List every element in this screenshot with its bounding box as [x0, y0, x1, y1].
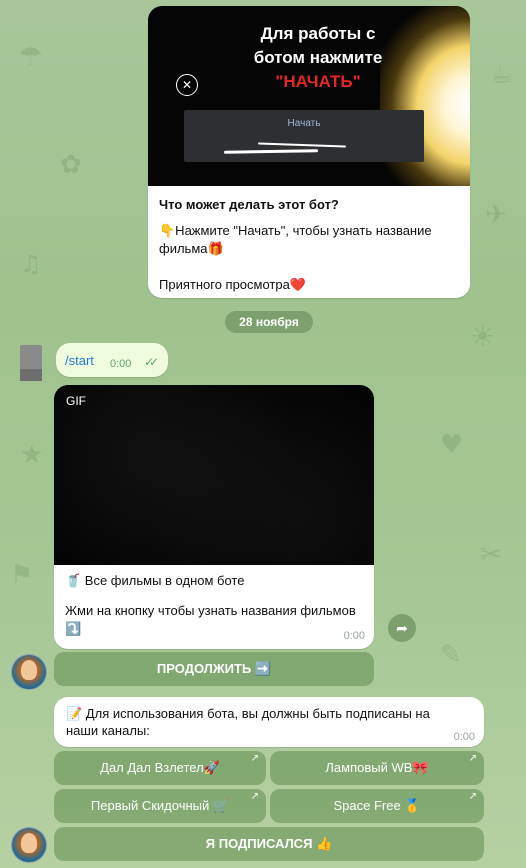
external-link-icon: ↗	[250, 791, 259, 802]
gif-badge: GIF	[66, 394, 86, 408]
intro-image-start-button: Начать	[184, 110, 424, 162]
intro-image[interactable]: Для работы с ботом нажмите "НАЧАТЬ" ✕ На…	[148, 6, 470, 186]
double-check-icon: ✓✓	[144, 355, 159, 369]
channel-button-label: Первый Скидочный 🛒	[90, 798, 230, 813]
gif-caption: 🥤 Все фильмы в одном боте Жми на кнопку …	[65, 572, 362, 638]
message-time: 0:00	[110, 358, 132, 370]
subscribe-text: 📝 Для использования бота, вы должны быть…	[66, 706, 430, 738]
bot-gif-message: GIF 🥤 Все фильмы в одном боте Жми на кно…	[54, 385, 374, 649]
subscribed-button[interactable]: Я ПОДПИСАЛСЯ 👍	[54, 827, 484, 861]
channel-button-4[interactable]: Space Free 🥇 ↗	[270, 789, 484, 823]
intro-footer: Приятного просмотра❤️	[159, 277, 307, 292]
message-time: 0:00	[453, 731, 475, 743]
external-link-icon: ↗	[250, 753, 259, 764]
bot-subscribe-message: 📝 Для использования бота, вы должны быть…	[54, 697, 484, 747]
gif-caption-line2: Жми на кнопку чтобы узнать названия филь…	[65, 603, 356, 636]
channel-button-label: Space Free 🥇	[333, 798, 421, 813]
message-time: 0:00	[343, 630, 365, 642]
bot-avatar[interactable]	[11, 654, 47, 690]
forward-icon[interactable]: ➦	[388, 614, 416, 642]
gif-player[interactable]: GIF	[54, 385, 374, 565]
intro-text: Что может делать этот бот? 👇Нажмите "Нач…	[159, 196, 458, 294]
channel-button-label: Дал Дал Взлетел🚀	[100, 760, 220, 775]
cursor-icon: ✕	[176, 74, 198, 96]
intro-body: 👇Нажмите "Начать", чтобы узнать название…	[159, 223, 432, 256]
outgoing-start-message: /start 0:00 ✓✓	[56, 343, 168, 377]
bot-avatar[interactable]	[11, 827, 47, 863]
start-command-link[interactable]: /start	[65, 353, 94, 368]
external-link-icon: ↗	[468, 753, 477, 764]
bot-intro-message: Для работы с ботом нажмите "НАЧАТЬ" ✕ На…	[148, 6, 470, 298]
intro-image-title: Для работы с ботом нажмите "НАЧАТЬ"	[253, 24, 383, 91]
channel-button-label: Ламповый WB🎀	[325, 760, 429, 775]
gif-caption-line1: 🥤 Все фильмы в одном боте	[65, 573, 245, 588]
continue-button[interactable]: ПРОДОЛЖИТЬ ➡️	[54, 652, 374, 686]
channel-button-3[interactable]: Первый Скидочный 🛒 ↗	[54, 789, 266, 823]
external-link-icon: ↗	[468, 791, 477, 802]
user-avatar[interactable]	[20, 345, 42, 381]
date-separator: 28 ноября	[225, 311, 313, 333]
channel-button-2[interactable]: Ламповый WB🎀 ↗	[270, 751, 484, 785]
intro-heading: Что может делать этот бот?	[159, 197, 339, 212]
channel-button-1[interactable]: Дал Дал Взлетел🚀 ↗	[54, 751, 266, 785]
